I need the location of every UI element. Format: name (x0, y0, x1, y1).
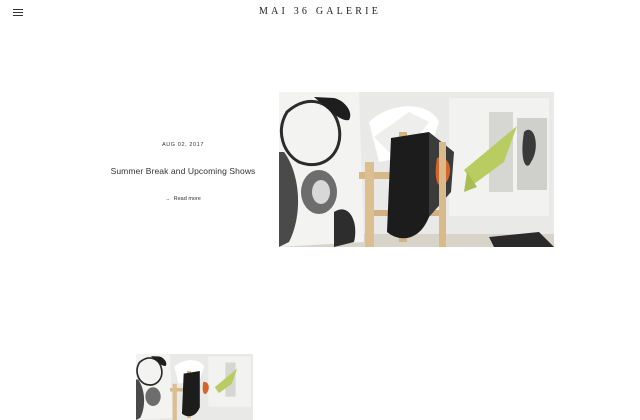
read-more-label: Read more (173, 196, 201, 202)
post-featured-image[interactable] (279, 92, 554, 247)
next-post-thumbnail[interactable] (136, 354, 253, 420)
post-title[interactable]: Summer Break and Upcoming Shows (83, 166, 283, 176)
read-more-link[interactable]: → Read more (83, 196, 283, 202)
post-date: AUG 02, 2017 (161, 142, 205, 148)
site-logo[interactable]: MAI 36 GALERIE (0, 6, 640, 17)
arrow-right-icon: → (165, 196, 171, 202)
top-bar: MAI 36 GALERIE (0, 0, 640, 26)
